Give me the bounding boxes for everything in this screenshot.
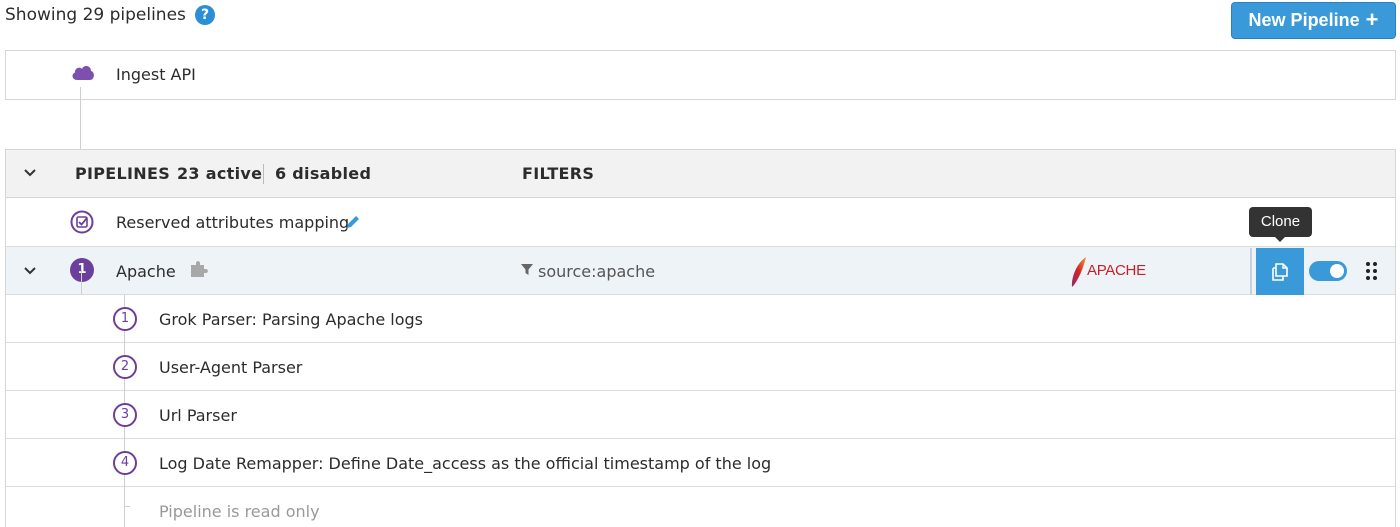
- clone-tooltip: Clone: [1249, 207, 1312, 237]
- clone-icon: [1272, 262, 1288, 281]
- filter-icon: [521, 264, 533, 275]
- pipelines-heading: PIPELINES: [75, 164, 171, 183]
- pencil-icon[interactable]: [344, 213, 362, 231]
- readonly-connector-tick: [124, 506, 130, 507]
- processor-label: Grok Parser: Parsing Apache logs: [159, 310, 424, 329]
- checklist-icon: [70, 210, 94, 234]
- processor-number-badge: 1: [113, 307, 137, 331]
- processor-number-badge: 4: [113, 451, 137, 475]
- tooltip-arrow: [1274, 236, 1286, 242]
- ingest-source-label: Ingest API: [116, 65, 196, 84]
- header-separator: [263, 164, 264, 184]
- pipeline-filter-query: source:apache: [538, 262, 656, 281]
- connector-line: [80, 87, 81, 149]
- disabled-count: 6 disabled: [275, 164, 372, 183]
- processor-label: Log Date Remapper: Define Date_access as…: [159, 454, 772, 473]
- ingest-source-box: [5, 50, 1396, 100]
- plus-icon: +: [1365, 6, 1379, 32]
- cloud-icon: [72, 66, 94, 80]
- reserved-attributes-label: Reserved attributes mapping: [116, 213, 350, 232]
- integration-puzzle-icon: [191, 261, 208, 277]
- chevron-down-icon[interactable]: [23, 266, 37, 276]
- clone-button[interactable]: [1256, 248, 1304, 295]
- collapse-all-chevron-icon[interactable]: [23, 168, 37, 178]
- filters-heading: FILTERS: [522, 164, 595, 183]
- toggle-knob: [1330, 264, 1344, 278]
- apache-logo-text: APACHE: [1087, 262, 1146, 279]
- pipeline-name: Apache: [116, 262, 176, 281]
- apache-pipeline-row[interactable]: [6, 247, 1395, 295]
- new-pipeline-button[interactable]: New Pipeline +: [1231, 2, 1396, 39]
- pipeline-count: Showing 29 pipelines: [5, 5, 186, 25]
- processor-number-badge: 3: [113, 403, 137, 427]
- help-icon[interactable]: ?: [195, 5, 215, 25]
- pipeline-enabled-toggle[interactable]: [1309, 261, 1347, 281]
- readonly-notice: Pipeline is read only: [159, 502, 320, 521]
- pipeline-number-badge: 1: [70, 258, 94, 282]
- pipeline-connector-line: [81, 270, 82, 295]
- new-pipeline-label: New Pipeline: [1248, 10, 1360, 30]
- processor-number-badge: 2: [113, 355, 137, 379]
- row-actions-divider: [1250, 248, 1252, 295]
- processor-label: Url Parser: [159, 406, 237, 425]
- active-count: 23 active: [177, 164, 263, 183]
- drag-handle-icon[interactable]: [1366, 262, 1378, 280]
- processor-label: User-Agent Parser: [159, 358, 303, 377]
